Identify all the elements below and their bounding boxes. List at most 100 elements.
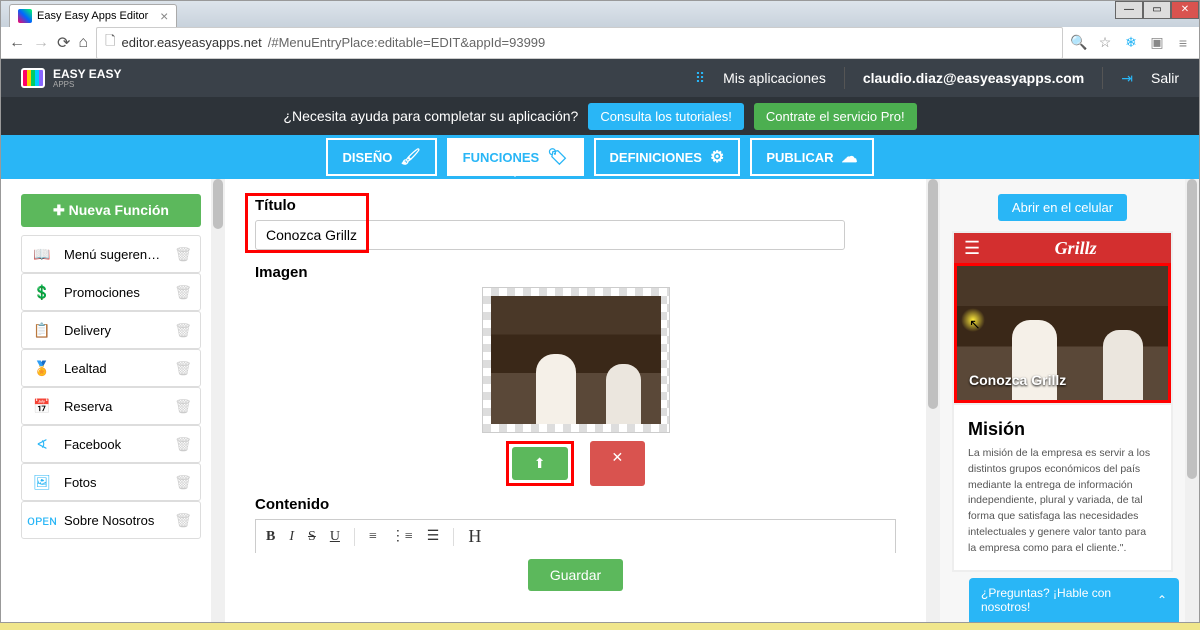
sidebar-item-label: Menú sugerenci... xyxy=(64,247,164,262)
my-apps-link[interactable]: Mis aplicaciones xyxy=(723,70,826,86)
tag-icon: 🏷 xyxy=(547,147,567,167)
sidebar-item[interactable]: ᴏᴘᴇɴSobre Nosotros🗑 xyxy=(21,501,201,539)
card-text: La misión de la empresa es servir a los … xyxy=(968,446,1157,556)
tab-close-icon[interactable]: × xyxy=(160,8,168,24)
trash-icon[interactable]: 🗑 xyxy=(174,474,192,491)
tab-label: PUBLICAR xyxy=(766,150,833,165)
sidebar-item[interactable]: 🖼Fotos🗑 xyxy=(21,463,201,501)
sidebar-item[interactable]: 📅Reserva🗑 xyxy=(21,387,201,425)
app-topbar: EASY EASY APPS ⠿ Mis aplicaciones claudi… xyxy=(1,59,1199,97)
brush-icon: 🖌 xyxy=(400,147,420,167)
chat-widget[interactable]: ¿Preguntas? ¡Hable con nosotros! ⌃ xyxy=(969,578,1179,622)
sidebar-item-label: Delivery xyxy=(64,323,164,338)
trash-icon[interactable]: 🗑 xyxy=(174,246,192,263)
tab-design[interactable]: DISEÑO 🖌 xyxy=(326,138,436,176)
hamburger-icon[interactable]: ☰ xyxy=(964,238,980,259)
highlight-box: ⬆ xyxy=(506,441,574,486)
reload-icon[interactable]: ⟳ xyxy=(57,33,70,53)
url-input[interactable]: 🗋 editor.easyeasyapps.net/#MenuEntryPlac… xyxy=(96,27,1063,59)
sidebar-item-label: Facebook xyxy=(64,437,164,452)
sidebar-item[interactable]: 💲Promociones🗑 xyxy=(21,273,201,311)
minimize-button[interactable]: — xyxy=(1115,1,1143,19)
strike-button[interactable]: S xyxy=(308,529,316,545)
tab-definitions[interactable]: DEFINICIONES ⚙ xyxy=(594,138,741,176)
box-icon[interactable]: ▣ xyxy=(1149,35,1165,51)
trash-icon[interactable]: 🗑 xyxy=(174,398,192,415)
zoom-icon[interactable]: 🔍 xyxy=(1071,35,1087,51)
sidebar-item[interactable]: 📋 Delivery 🗑 xyxy=(21,311,201,349)
app-brand: Grillz xyxy=(990,238,1161,259)
sidebar-item-icon: 🖼 xyxy=(30,472,54,492)
tab-label: FUNCIONES xyxy=(463,150,540,165)
sidebar-item-icon: 📋 xyxy=(30,320,54,340)
tutorials-button[interactable]: Consulta los tutoriales! xyxy=(588,103,744,130)
help-question: ¿Necesita ayuda para completar su aplica… xyxy=(283,108,578,124)
close-icon: ✕ xyxy=(612,449,624,465)
window-controls: — ▭ ✕ xyxy=(1115,1,1199,19)
delete-image-button[interactable]: ✕ xyxy=(590,441,646,486)
trash-icon[interactable]: 🗑 xyxy=(174,284,192,301)
brand-text: EASY EASY xyxy=(53,68,121,80)
tab-label: DEFINICIONES xyxy=(610,150,702,165)
bold-button[interactable]: B xyxy=(266,529,275,545)
menu-icon[interactable]: ≡ xyxy=(1175,35,1191,51)
back-icon[interactable]: ← xyxy=(9,34,25,52)
sidebar-item[interactable]: 🏅Lealtad🗑 xyxy=(21,349,201,387)
app-logo[interactable]: EASY EASY APPS xyxy=(21,68,121,89)
apps-grid-icon[interactable]: ⠿ xyxy=(695,70,705,87)
user-email[interactable]: claudio.diaz@easyeasyapps.com xyxy=(863,70,1084,86)
pro-service-button[interactable]: Contrate el servicio Pro! xyxy=(754,103,917,130)
sidebar-item-icon: ∢ xyxy=(30,434,54,454)
home-icon[interactable]: ⌂ xyxy=(78,34,88,52)
favicon-icon xyxy=(18,9,32,23)
preview-scrollbar[interactable] xyxy=(1185,179,1199,622)
trash-icon[interactable]: 🗑 xyxy=(174,512,192,529)
align-button[interactable]: ☰ xyxy=(427,528,440,545)
heading-button[interactable]: H xyxy=(468,526,481,547)
image-preview xyxy=(482,287,670,433)
upload-icon: ⬆ xyxy=(534,455,546,471)
trash-icon[interactable]: 🗑 xyxy=(174,436,192,453)
gear-icon: ⚙ xyxy=(710,147,724,167)
forward-icon[interactable]: → xyxy=(33,34,49,52)
sidebar-item-label: Lealtad xyxy=(64,361,164,376)
sidebar-item[interactable]: 📖Menú sugerenci...🗑 xyxy=(21,235,201,273)
cursor-icon: ↖ xyxy=(969,316,981,333)
chevron-up-icon: ⌃ xyxy=(1157,593,1167,607)
tab-functions[interactable]: FUNCIONES 🏷 xyxy=(447,138,584,176)
cloud-upload-icon: ☁ xyxy=(842,147,858,167)
phone-app-header: ☰ Grillz xyxy=(954,233,1171,263)
hero-image[interactable]: ↖ Conozca Grillz xyxy=(954,263,1171,403)
tab-publish[interactable]: PUBLICAR ☁ xyxy=(750,138,873,176)
underline-button[interactable]: U xyxy=(330,529,340,545)
plus-icon: ✚ xyxy=(53,202,69,218)
title-field-label: Título xyxy=(255,197,896,214)
open-on-phone-button[interactable]: Abrir en el celular xyxy=(998,194,1127,221)
new-function-button[interactable]: ✚ Nueva Función xyxy=(21,194,201,227)
sidebar-scrollbar[interactable] xyxy=(211,179,225,622)
main-navbar: DISEÑO 🖌 FUNCIONES 🏷 DEFINICIONES ⚙ PUBL… xyxy=(1,135,1199,179)
phone-preview-panel: Abrir en el celular ☰ Grillz ↖ Conozca G… xyxy=(940,179,1185,622)
trash-icon[interactable]: 🗑 xyxy=(174,360,192,377)
italic-button[interactable]: I xyxy=(289,529,294,545)
logout-link[interactable]: Salir xyxy=(1151,70,1179,86)
star-icon[interactable]: ☆ xyxy=(1097,35,1113,51)
logo-icon xyxy=(21,68,45,88)
sidebar-item[interactable]: ∢ Facebook 🗑 xyxy=(21,425,201,463)
upload-image-button[interactable]: ⬆ xyxy=(512,447,568,480)
help-bar: ¿Necesita ayuda para completar su aplica… xyxy=(1,97,1199,135)
snowflake-icon[interactable]: ❄ xyxy=(1123,35,1139,51)
browser-tab[interactable]: Easy Easy Apps Editor × xyxy=(9,4,177,27)
list-ordered-button[interactable]: ≡ xyxy=(369,529,377,545)
trash-icon[interactable]: 🗑 xyxy=(174,322,192,339)
brand-sub: APPS xyxy=(53,80,121,89)
title-input[interactable] xyxy=(255,220,845,250)
list-unordered-button[interactable]: ⋮≡ xyxy=(391,528,413,545)
main-scrollbar[interactable] xyxy=(926,179,940,622)
chef-figure xyxy=(606,364,641,424)
save-button[interactable]: Guardar xyxy=(528,559,623,591)
maximize-button[interactable]: ▭ xyxy=(1143,1,1171,19)
chef-figure xyxy=(1012,320,1057,400)
close-window-button[interactable]: ✕ xyxy=(1171,1,1199,19)
sidebar-item-icon: ᴏᴘᴇɴ xyxy=(30,510,54,530)
